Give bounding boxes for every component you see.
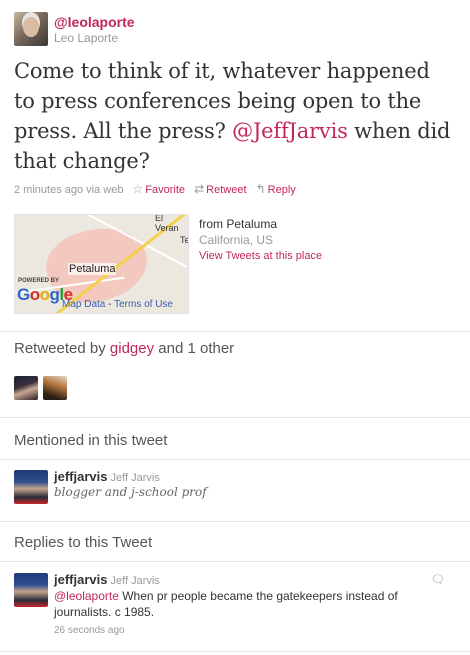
location-map[interactable]: El Veran Te Petaluma POWERED BY Google M…: [14, 214, 189, 314]
divider: [0, 331, 470, 332]
reply-arrow-icon: ↰: [255, 182, 266, 196]
favorite-label: Favorite: [145, 184, 186, 196]
reply-text: @leolaporte When pr people became the ga…: [54, 588, 454, 620]
tweet-timestamp[interactable]: 2 minutes ago: [14, 184, 83, 196]
reply-screen-name[interactable]: jeffjarvis: [54, 572, 107, 587]
map-links: Map Data - Terms of Use: [62, 299, 173, 310]
map-links-separator: -: [108, 299, 112, 310]
divider: [0, 521, 470, 522]
place-info: from Petaluma California, US View Tweets…: [199, 216, 322, 264]
mentioned-real-name: Jeff Jarvis: [110, 472, 160, 484]
favorite-button[interactable]: ☆ Favorite: [132, 182, 186, 196]
mentioned-user-avatar[interactable]: [14, 470, 48, 504]
retweet-icon: ⇄: [194, 182, 205, 196]
reply-timestamp[interactable]: 26 seconds ago: [54, 625, 125, 636]
divider: [0, 459, 470, 460]
map-terms-link[interactable]: Terms of Use: [114, 299, 173, 310]
reply-user-avatar[interactable]: [14, 573, 48, 607]
retweeter-avatar[interactable]: [14, 376, 38, 400]
star-icon: ☆: [132, 182, 144, 196]
author-screen-name[interactable]: @leolaporte: [54, 14, 135, 30]
retweeter-avatar[interactable]: [43, 376, 67, 400]
map-label-top: El Veran: [155, 214, 179, 233]
author-real-name: Leo Laporte: [54, 31, 119, 45]
retweeted-by-heading: Retweeted by gidgey and 1 other: [14, 340, 234, 357]
tweet-source: via web: [86, 184, 124, 196]
tweet-mention-link[interactable]: @JeffJarvis: [232, 119, 348, 143]
place-region: California, US: [199, 233, 274, 247]
reply-real-name: Jeff Jarvis: [110, 575, 160, 587]
map-city-label: Petaluma: [68, 263, 117, 275]
mentioned-user-name: jeffjarvis Jeff Jarvis: [54, 469, 160, 484]
place-from: from Petaluma: [199, 217, 278, 231]
map-label-side: Te: [180, 235, 189, 245]
tweet-text: Come to think of it, whatever happened t…: [14, 56, 454, 176]
retweeter-link[interactable]: gidgey: [110, 340, 154, 357]
retweeted-suffix: and 1 other: [158, 340, 235, 357]
mentioned-heading: Mentioned in this tweet: [14, 432, 168, 449]
reply-label: Reply: [267, 184, 296, 196]
mentioned-user-row: jeffjarvis Jeff Jarvis blogger and j-scho…: [14, 469, 454, 506]
map-data-link[interactable]: Map Data: [62, 299, 105, 310]
tweet-author: @leolaporte Leo Laporte: [14, 12, 454, 46]
retweeted-prefix: Retweeted by: [14, 340, 106, 357]
divider: [0, 561, 470, 562]
divider: [0, 651, 470, 652]
divider: [0, 417, 470, 418]
replies-heading: Replies to this Tweet: [14, 534, 153, 551]
reply-button[interactable]: ↰ Reply: [255, 182, 296, 196]
reply-tweet: jeffjarvis Jeff Jarvis 🗨 @leolaporte When…: [14, 572, 454, 643]
mentioned-user-bio: blogger and j-school prof: [54, 485, 207, 499]
mentioned-screen-name[interactable]: jeffjarvis: [54, 469, 107, 484]
map-powered-by: POWERED BY: [18, 278, 60, 284]
reply-user-name: jeffjarvis Jeff Jarvis: [54, 572, 160, 587]
reply-mention-link[interactable]: @leolaporte: [54, 589, 119, 603]
reply-speech-icon[interactable]: 🗨: [431, 573, 445, 586]
tweet-meta: 2 minutes ago via web ☆ Favorite ⇄ Retweet…: [14, 182, 296, 196]
retweet-label: Retweet: [206, 184, 247, 196]
view-tweets-at-place-link[interactable]: View Tweets at this place: [199, 248, 322, 264]
author-avatar[interactable]: [14, 12, 48, 46]
retweet-button[interactable]: ⇄ Retweet: [194, 182, 247, 196]
